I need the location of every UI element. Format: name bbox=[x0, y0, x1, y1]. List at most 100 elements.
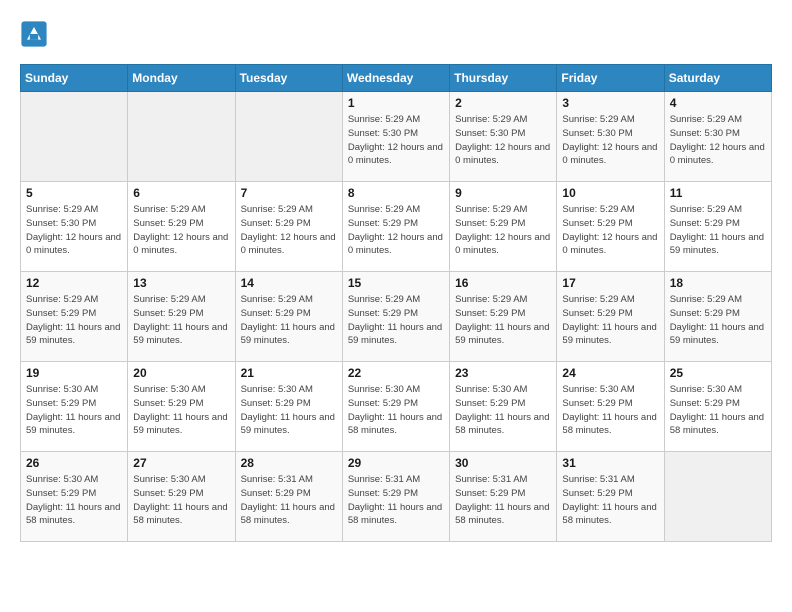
weekday-header-friday: Friday bbox=[557, 65, 664, 92]
weekday-header-thursday: Thursday bbox=[450, 65, 557, 92]
calendar-cell bbox=[128, 92, 235, 182]
day-info: Sunrise: 5:31 AM Sunset: 5:29 PM Dayligh… bbox=[455, 473, 551, 528]
calendar-cell: 5Sunrise: 5:29 AM Sunset: 5:30 PM Daylig… bbox=[21, 182, 128, 272]
day-info: Sunrise: 5:29 AM Sunset: 5:29 PM Dayligh… bbox=[562, 203, 658, 258]
day-number: 9 bbox=[455, 186, 551, 200]
day-info: Sunrise: 5:29 AM Sunset: 5:29 PM Dayligh… bbox=[133, 293, 229, 348]
calendar-cell: 28Sunrise: 5:31 AM Sunset: 5:29 PM Dayli… bbox=[235, 452, 342, 542]
header bbox=[20, 20, 772, 48]
day-info: Sunrise: 5:30 AM Sunset: 5:29 PM Dayligh… bbox=[562, 383, 658, 438]
calendar-cell: 13Sunrise: 5:29 AM Sunset: 5:29 PM Dayli… bbox=[128, 272, 235, 362]
calendar-cell: 12 Sunrise: 5:29 AM Sunset: 5:29 PM Dayli… bbox=[21, 272, 128, 362]
day-info: Sunrise: 5:29 AM Sunset: 5:30 PM Dayligh… bbox=[670, 113, 766, 168]
day-number: 11 bbox=[670, 186, 766, 200]
day-info: Sunrise: 5:29 AM Sunset: 5:30 PM Dayligh… bbox=[455, 113, 551, 168]
day-number: 2 bbox=[455, 96, 551, 110]
calendar-cell bbox=[21, 92, 128, 182]
logo bbox=[20, 20, 52, 48]
day-number: 28 bbox=[241, 456, 337, 470]
calendar-body: 1 Sunrise: 5:29 AM Sunset: 5:30 PM Daylig… bbox=[21, 92, 772, 542]
calendar-cell: 20 Sunrise: 5:30 AM Sunset: 5:29 PM Dayli… bbox=[128, 362, 235, 452]
calendar-cell: 25 Sunrise: 5:30 AM Sunset: 5:29 PM Dayli… bbox=[664, 362, 771, 452]
day-info: Sunrise: 5:29 AM Sunset: 5:29 PM Dayligh… bbox=[348, 203, 444, 258]
day-info: Sunrise: 5:30 AM Sunset: 5:29 PM Dayligh… bbox=[26, 473, 122, 528]
weekday-header-tuesday: Tuesday bbox=[235, 65, 342, 92]
day-number: 29 bbox=[348, 456, 444, 470]
weekday-header-saturday: Saturday bbox=[664, 65, 771, 92]
calendar-cell: 6 Sunrise: 5:29 AM Sunset: 5:29 PM Daylig… bbox=[128, 182, 235, 272]
weekday-header-monday: Monday bbox=[128, 65, 235, 92]
calendar-cell: 23Sunrise: 5:30 AM Sunset: 5:29 PM Dayli… bbox=[450, 362, 557, 452]
day-number: 17 bbox=[562, 276, 658, 290]
calendar-cell: 7Sunrise: 5:29 AM Sunset: 5:29 PM Daylig… bbox=[235, 182, 342, 272]
day-info: Sunrise: 5:30 AM Sunset: 5:29 PM Dayligh… bbox=[241, 383, 337, 438]
day-info: Sunrise: 5:29 AM Sunset: 5:29 PM Dayligh… bbox=[455, 203, 551, 258]
weekday-header-sunday: Sunday bbox=[21, 65, 128, 92]
day-number: 21 bbox=[241, 366, 337, 380]
day-number: 18 bbox=[670, 276, 766, 290]
calendar-cell: 10 Sunrise: 5:29 AM Sunset: 5:29 PM Dayli… bbox=[557, 182, 664, 272]
calendar-cell: 9 Sunrise: 5:29 AM Sunset: 5:29 PM Daylig… bbox=[450, 182, 557, 272]
day-number: 3 bbox=[562, 96, 658, 110]
day-number: 12 bbox=[26, 276, 122, 290]
day-info: Sunrise: 5:30 AM Sunset: 5:29 PM Dayligh… bbox=[348, 383, 444, 438]
day-info: Sunrise: 5:29 AM Sunset: 5:29 PM Dayligh… bbox=[241, 293, 337, 348]
calendar-cell: 11 Sunrise: 5:29 AM Sunset: 5:29 PM Dayli… bbox=[664, 182, 771, 272]
weekday-header-wednesday: Wednesday bbox=[342, 65, 449, 92]
day-info: Sunrise: 5:30 AM Sunset: 5:29 PM Dayligh… bbox=[26, 383, 122, 438]
calendar-week-row: 1 Sunrise: 5:29 AM Sunset: 5:30 PM Daylig… bbox=[21, 92, 772, 182]
calendar-week-row: 5Sunrise: 5:29 AM Sunset: 5:30 PM Daylig… bbox=[21, 182, 772, 272]
day-info: Sunrise: 5:30 AM Sunset: 5:29 PM Dayligh… bbox=[133, 473, 229, 528]
calendar-table: SundayMondayTuesdayWednesdayThursdayFrid… bbox=[20, 64, 772, 542]
day-number: 31 bbox=[562, 456, 658, 470]
calendar-cell: 24Sunrise: 5:30 AM Sunset: 5:29 PM Dayli… bbox=[557, 362, 664, 452]
calendar-cell: 17 Sunrise: 5:29 AM Sunset: 5:29 PM Dayli… bbox=[557, 272, 664, 362]
calendar-cell: 21 Sunrise: 5:30 AM Sunset: 5:29 PM Dayli… bbox=[235, 362, 342, 452]
calendar-cell: 8 Sunrise: 5:29 AM Sunset: 5:29 PM Daylig… bbox=[342, 182, 449, 272]
calendar-cell: 19 Sunrise: 5:30 AM Sunset: 5:29 PM Dayli… bbox=[21, 362, 128, 452]
day-number: 1 bbox=[348, 96, 444, 110]
day-info: Sunrise: 5:29 AM Sunset: 5:29 PM Dayligh… bbox=[26, 293, 122, 348]
calendar-cell: 14 Sunrise: 5:29 AM Sunset: 5:29 PM Dayli… bbox=[235, 272, 342, 362]
day-info: Sunrise: 5:30 AM Sunset: 5:29 PM Dayligh… bbox=[455, 383, 551, 438]
day-info: Sunrise: 5:29 AM Sunset: 5:29 PM Dayligh… bbox=[562, 293, 658, 348]
calendar-cell: 29 Sunrise: 5:31 AM Sunset: 5:29 PM Dayli… bbox=[342, 452, 449, 542]
day-number: 19 bbox=[26, 366, 122, 380]
day-info: Sunrise: 5:29 AM Sunset: 5:30 PM Dayligh… bbox=[562, 113, 658, 168]
day-info: Sunrise: 5:30 AM Sunset: 5:29 PM Dayligh… bbox=[670, 383, 766, 438]
calendar-week-row: 12 Sunrise: 5:29 AM Sunset: 5:29 PM Dayli… bbox=[21, 272, 772, 362]
logo-icon bbox=[20, 20, 48, 48]
day-number: 14 bbox=[241, 276, 337, 290]
calendar-cell: 2 Sunrise: 5:29 AM Sunset: 5:30 PM Daylig… bbox=[450, 92, 557, 182]
day-number: 25 bbox=[670, 366, 766, 380]
day-number: 20 bbox=[133, 366, 229, 380]
day-number: 4 bbox=[670, 96, 766, 110]
calendar-cell: 26 Sunrise: 5:30 AM Sunset: 5:29 PM Dayli… bbox=[21, 452, 128, 542]
calendar-cell: 30Sunrise: 5:31 AM Sunset: 5:29 PM Dayli… bbox=[450, 452, 557, 542]
day-info: Sunrise: 5:30 AM Sunset: 5:29 PM Dayligh… bbox=[133, 383, 229, 438]
day-number: 8 bbox=[348, 186, 444, 200]
calendar-cell: 22Sunrise: 5:30 AM Sunset: 5:29 PM Dayli… bbox=[342, 362, 449, 452]
calendar-cell: 31 Sunrise: 5:31 AM Sunset: 5:29 PM Dayli… bbox=[557, 452, 664, 542]
calendar-week-row: 26 Sunrise: 5:30 AM Sunset: 5:29 PM Dayli… bbox=[21, 452, 772, 542]
day-info: Sunrise: 5:31 AM Sunset: 5:29 PM Dayligh… bbox=[348, 473, 444, 528]
day-info: Sunrise: 5:29 AM Sunset: 5:29 PM Dayligh… bbox=[670, 203, 766, 258]
day-number: 5 bbox=[26, 186, 122, 200]
day-info: Sunrise: 5:29 AM Sunset: 5:29 PM Dayligh… bbox=[133, 203, 229, 258]
calendar-cell: 16Sunrise: 5:29 AM Sunset: 5:29 PM Dayli… bbox=[450, 272, 557, 362]
calendar-cell: 1 Sunrise: 5:29 AM Sunset: 5:30 PM Daylig… bbox=[342, 92, 449, 182]
day-info: Sunrise: 5:31 AM Sunset: 5:29 PM Dayligh… bbox=[562, 473, 658, 528]
day-info: Sunrise: 5:29 AM Sunset: 5:29 PM Dayligh… bbox=[670, 293, 766, 348]
day-info: Sunrise: 5:29 AM Sunset: 5:29 PM Dayligh… bbox=[241, 203, 337, 258]
calendar-cell: 3 Sunrise: 5:29 AM Sunset: 5:30 PM Daylig… bbox=[557, 92, 664, 182]
calendar-cell bbox=[235, 92, 342, 182]
calendar-cell: 18 Sunrise: 5:29 AM Sunset: 5:29 PM Dayli… bbox=[664, 272, 771, 362]
day-number: 16 bbox=[455, 276, 551, 290]
day-info: Sunrise: 5:29 AM Sunset: 5:29 PM Dayligh… bbox=[348, 293, 444, 348]
calendar-week-row: 19 Sunrise: 5:30 AM Sunset: 5:29 PM Dayli… bbox=[21, 362, 772, 452]
day-number: 6 bbox=[133, 186, 229, 200]
day-number: 26 bbox=[26, 456, 122, 470]
day-number: 10 bbox=[562, 186, 658, 200]
day-info: Sunrise: 5:29 AM Sunset: 5:30 PM Dayligh… bbox=[348, 113, 444, 168]
weekday-header-row: SundayMondayTuesdayWednesdayThursdayFrid… bbox=[21, 65, 772, 92]
